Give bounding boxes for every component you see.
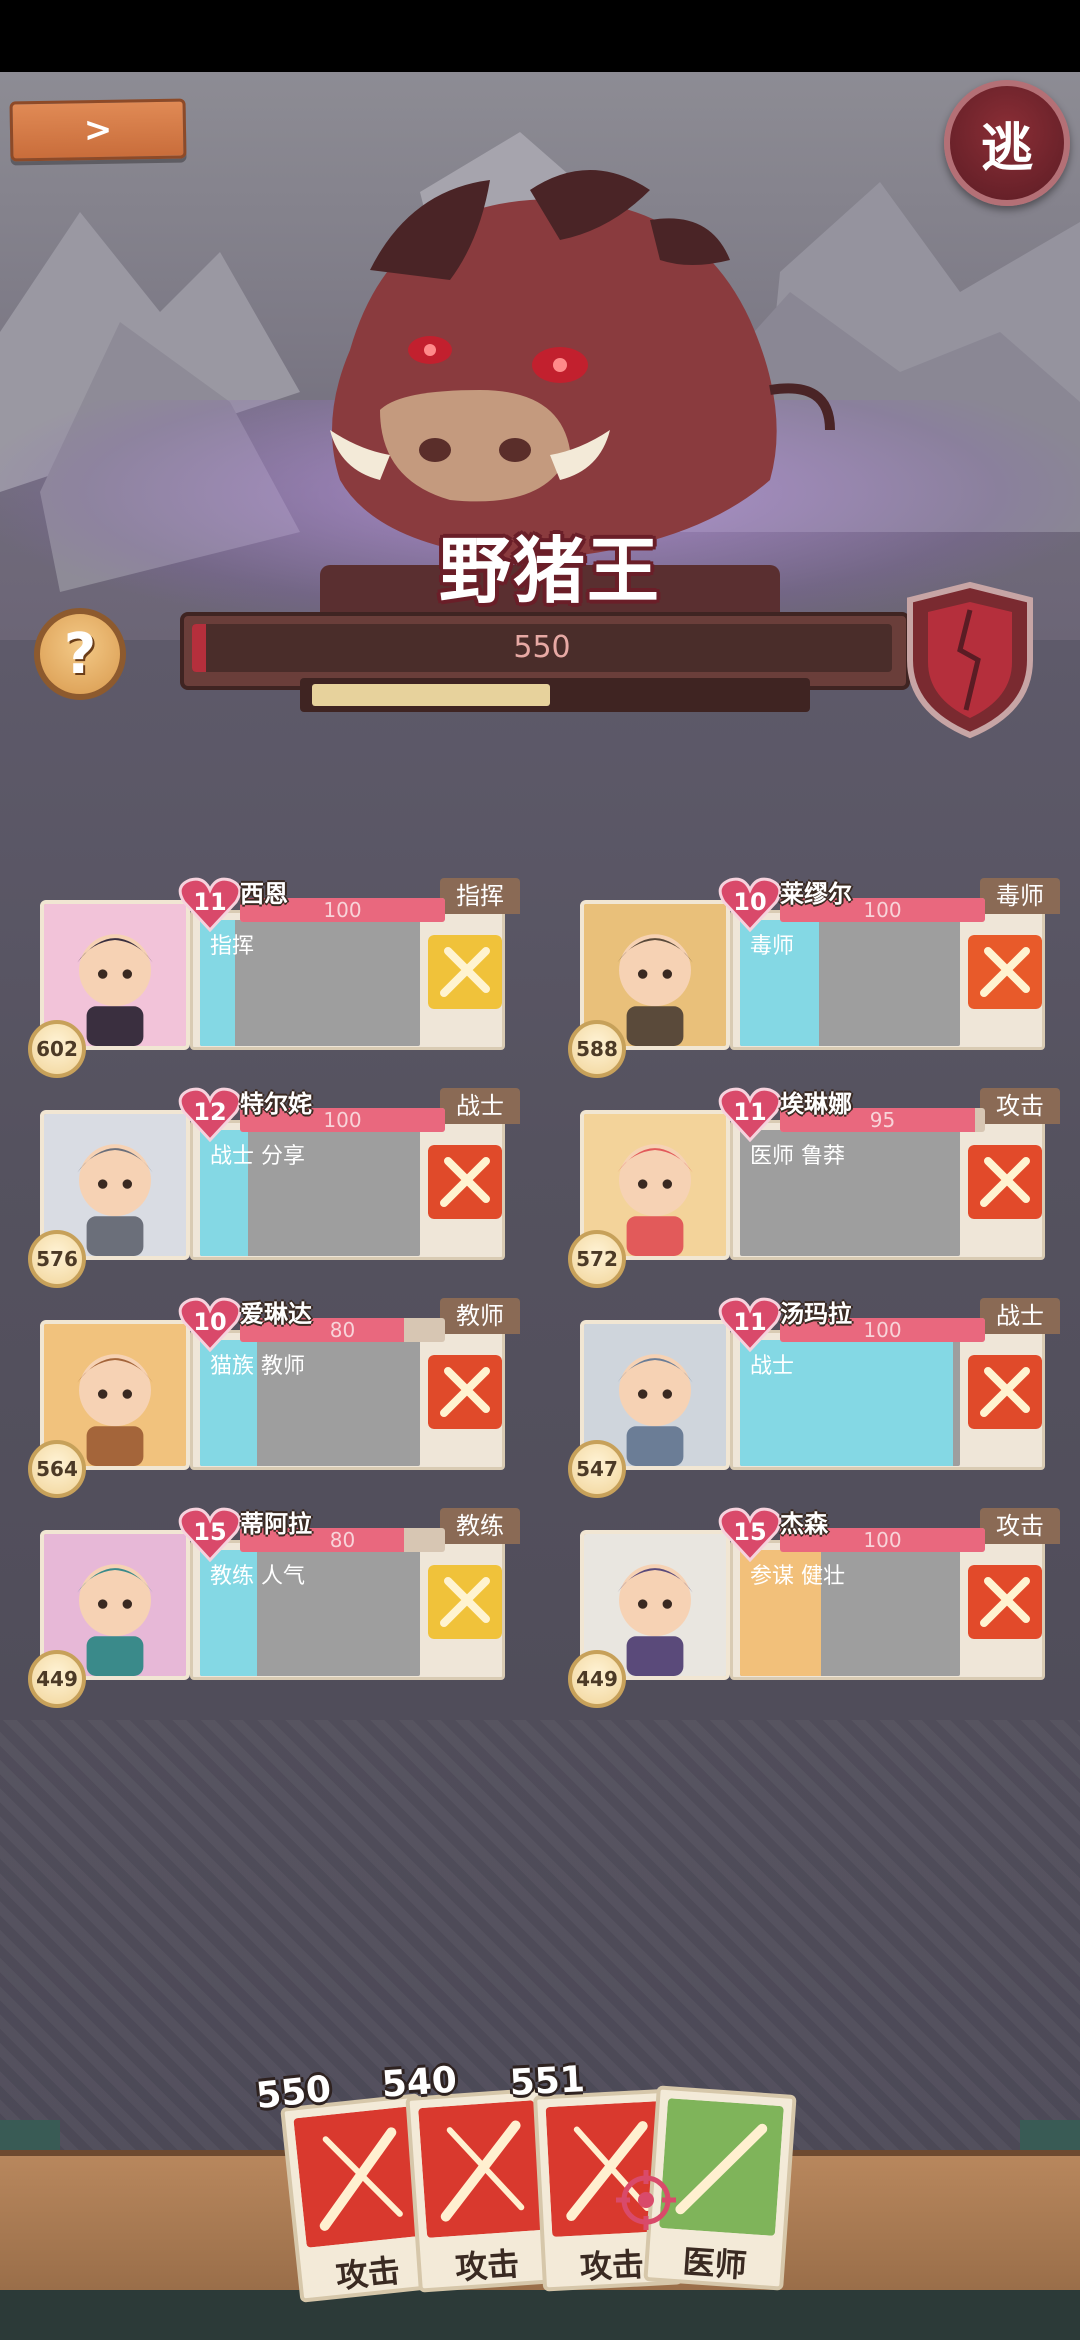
role-icon — [968, 935, 1042, 1009]
member-level: 10 — [733, 888, 767, 916]
role-icon — [428, 1355, 502, 1429]
back-button-label: > — [83, 109, 113, 151]
member-power: 449 — [568, 1650, 626, 1708]
member-name: 埃琳娜 — [780, 1090, 852, 1118]
party-member-card[interactable]: 猫族 教师 教师 80 10 爱琳达 564 — [28, 1297, 520, 1498]
card-label: 攻击 — [454, 2244, 521, 2288]
member-name: 西恩 — [240, 880, 288, 908]
flee-button[interactable]: 逃 — [944, 80, 1070, 206]
member-role: 教师 — [440, 1298, 520, 1334]
party-member-card[interactable]: 战士 分享 战士 100 12 特尔姹 576 — [28, 1087, 520, 1288]
syringe-icon — [659, 2098, 784, 2236]
member-name: 汤玛拉 — [780, 1300, 852, 1328]
boss-hp-value: 550 — [513, 630, 571, 665]
party-member-card[interactable]: 医师 鲁莽 攻击 95 11 埃琳娜 572 — [568, 1087, 1060, 1288]
party-member-card[interactable]: 教练 人气 教练 80 15 蒂阿拉 449 — [28, 1507, 520, 1708]
boss-name: 野猪王 — [438, 529, 661, 613]
help-button-label: ? — [63, 621, 97, 687]
member-name: 杰森 — [780, 1510, 828, 1538]
member-role: 指挥 — [440, 878, 520, 914]
role-icon — [428, 1565, 502, 1639]
status-bar — [0, 0, 1080, 72]
battle-screen: > 逃 野猪王 550 ? 指挥 指挥 100 11 西恩 602 毒师 毒师 … — [0, 0, 1080, 2340]
member-skills: 指挥 — [210, 934, 255, 959]
member-name: 爱琳达 — [240, 1300, 312, 1328]
flee-button-label: 逃 — [980, 118, 1033, 179]
party-member-card[interactable]: 参谋 健壮 攻击 100 15 杰森 449 — [568, 1507, 1060, 1708]
member-name: 特尔姹 — [240, 1090, 312, 1118]
role-icon — [968, 1355, 1042, 1429]
member-level: 12 — [193, 1098, 227, 1126]
party-member-card[interactable]: 指挥 指挥 100 11 西恩 602 — [28, 877, 520, 1078]
member-role: 教练 — [440, 1508, 520, 1544]
member-role: 毒师 — [980, 878, 1060, 914]
member-power: 588 — [568, 1020, 626, 1078]
member-level: 15 — [193, 1518, 227, 1546]
member-role: 攻击 — [980, 1508, 1060, 1544]
member-name: 蒂阿拉 — [240, 1510, 312, 1538]
member-level: 11 — [733, 1098, 767, 1126]
member-power: 572 — [568, 1230, 626, 1288]
broken-shield-icon — [907, 581, 1033, 739]
role-icon — [428, 935, 502, 1009]
member-skills: 猫族 教师 — [210, 1354, 305, 1379]
member-power: 576 — [28, 1230, 86, 1288]
role-icon — [968, 1565, 1042, 1639]
member-role: 攻击 — [980, 1088, 1060, 1124]
member-level: 10 — [193, 1308, 227, 1336]
member-level: 15 — [733, 1518, 767, 1546]
member-skills: 教练 人气 — [210, 1564, 305, 1589]
member-skills: 战士 — [750, 1354, 795, 1379]
member-power: 564 — [28, 1440, 86, 1498]
member-role: 战士 — [440, 1088, 520, 1124]
member-level: 11 — [193, 888, 227, 916]
member-skills: 战士 分享 — [210, 1144, 305, 1169]
role-icon — [968, 1145, 1042, 1219]
help-button[interactable]: ? — [34, 608, 126, 700]
card-cost — [625, 2049, 719, 2115]
member-power: 547 — [568, 1440, 626, 1498]
member-skills: 参谋 健壮 — [750, 1564, 845, 1589]
back-button[interactable]: > — [9, 98, 187, 162]
role-icon — [428, 1145, 502, 1219]
card-label: 医师 — [681, 2242, 748, 2286]
member-level: 11 — [733, 1308, 767, 1336]
party-member-card[interactable]: 战士 战士 100 11 汤玛拉 547 — [568, 1297, 1060, 1498]
target-icon — [616, 2170, 676, 2230]
member-name: 莱缪尔 — [780, 880, 852, 908]
boss-shield-fill — [312, 684, 551, 706]
bottom-strip — [0, 2290, 1080, 2340]
member-skills: 毒师 — [750, 934, 795, 959]
member-skills: 医师 鲁莽 — [750, 1144, 845, 1169]
member-role: 战士 — [980, 1298, 1060, 1334]
party-member-card[interactable]: 毒师 毒师 100 10 莱缪尔 588 — [568, 877, 1060, 1078]
member-power: 449 — [28, 1650, 86, 1708]
card-cost: 551 — [508, 2059, 586, 2104]
member-power: 602 — [28, 1020, 86, 1078]
card-cost: 550 — [254, 2068, 334, 2118]
card-cost: 540 — [380, 2059, 459, 2106]
